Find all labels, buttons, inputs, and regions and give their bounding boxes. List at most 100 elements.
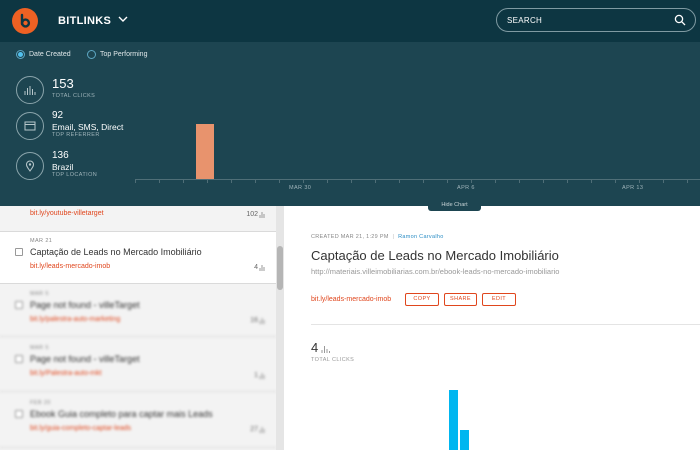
mini-chart-icon	[259, 265, 265, 271]
axis-tick	[231, 179, 232, 183]
chevron-down-icon[interactable]	[117, 13, 129, 25]
stats-panel: Date Created Top Performing 153 TOTAL CL…	[0, 42, 700, 206]
search-icon[interactable]	[674, 14, 686, 26]
total-clicks-caption: TOTAL CLICKS	[52, 93, 96, 99]
axis-tick	[447, 179, 448, 183]
axis-tick	[687, 179, 688, 183]
radio-date-created-label: Date Created	[29, 51, 71, 58]
detail-panel: CREATED MAR 21, 1:29 PM | Ramon Carvalho…	[284, 206, 700, 450]
chart-bar[interactable]	[196, 123, 214, 179]
axis-tick	[591, 179, 592, 183]
list-item-link[interactable]: bit.ly/guia-completo-captar-leads	[30, 425, 131, 432]
list-scrollbar[interactable]	[276, 206, 284, 450]
list-item-checkbox[interactable]	[15, 410, 23, 418]
detail-meta: CREATED MAR 21, 1:29 PM | Ramon Carvalho	[311, 234, 444, 240]
browser-window-icon	[16, 112, 44, 140]
top-location-value: 136	[52, 150, 69, 161]
axis-tick	[303, 179, 304, 183]
mini-chart-icon	[321, 346, 330, 353]
mini-chart-icon	[259, 318, 265, 324]
axis-tick	[327, 179, 328, 183]
bitly-logo-icon	[20, 13, 31, 28]
list-item-title[interactable]: Ebook Guia completo para captar mais Lea…	[30, 409, 213, 419]
axis-tick	[159, 179, 160, 183]
axis-tick	[255, 179, 256, 183]
list-item-count: 4	[254, 264, 258, 271]
axis-tick	[135, 179, 136, 183]
mini-chart-icon	[259, 427, 265, 433]
list-item-checkbox[interactable]	[15, 248, 23, 256]
list-item[interactable]: MAR 5 Page not found - villeTarget bit.l…	[0, 337, 276, 392]
detail-chart-bar[interactable]	[449, 390, 458, 450]
axis-tick	[375, 179, 376, 183]
list-item-link[interactable]: bit.ly/youtube-villetarget	[30, 210, 104, 217]
list-item-link[interactable]: bit.ly/Palestra-auto-mkt	[30, 370, 102, 377]
list-item-title[interactable]: Page not found - villeTarget	[30, 354, 140, 364]
axis-tick	[567, 179, 568, 183]
axis-tick	[183, 179, 184, 183]
app-root: BITLINKS Date Created Top Performing 153…	[0, 0, 700, 450]
list-item[interactable]: FEB 20 Ebook Guia completo para captar m…	[0, 392, 276, 448]
axis-tick	[519, 179, 520, 183]
copy-button[interactable]: COPY	[405, 293, 439, 306]
axis-tick	[471, 179, 472, 183]
list-item-date: FEB 20	[30, 400, 51, 406]
detail-short-link[interactable]: bit.ly/leads-mercado-imob	[311, 296, 391, 303]
x-label-apr13: APR 13	[622, 185, 644, 191]
axis-tick	[615, 179, 616, 183]
detail-created: CREATED MAR 21, 1:29 PM	[311, 234, 389, 240]
detail-long-url[interactable]: http://materiais.villeimobiliarias.com.b…	[311, 267, 559, 276]
axis-tick	[423, 179, 424, 183]
list-item-date: MAR 21	[30, 238, 53, 244]
detail-clicks-caption: TOTAL CLICKS	[311, 357, 355, 363]
share-button[interactable]: SHARE	[444, 293, 477, 306]
detail-clicks-value: 4	[311, 340, 319, 355]
list-item[interactable]: MAR 5 Page not found - villeTarget bit.l…	[0, 284, 276, 337]
top-location-caption: TOP LOCATION	[52, 172, 98, 178]
list-item-title[interactable]: Captação de Leads no Mercado Imobiliário	[30, 247, 202, 257]
radio-top-performing-label: Top Performing	[100, 51, 148, 58]
bitly-logo[interactable]	[12, 8, 38, 34]
detail-author[interactable]: Ramon Carvalho	[398, 234, 443, 240]
top-location-name: Brazil	[52, 162, 74, 172]
top-referrer-caption: TOP REFERRER	[52, 132, 100, 138]
list-item[interactable]: bit.ly/youtube-villetarget 102	[0, 206, 276, 232]
mini-chart-icon	[259, 212, 265, 218]
clicks-icon	[16, 76, 44, 104]
x-label-apr6: APR 6	[457, 185, 475, 191]
top-referrer-value: 92	[52, 110, 64, 121]
axis-tick	[543, 179, 544, 183]
axis-tick	[279, 179, 280, 183]
list-item-count: 102	[246, 211, 258, 218]
top-bar: BITLINKS	[0, 0, 700, 42]
brand-title[interactable]: BITLINKS	[58, 15, 111, 27]
list-item-checkbox[interactable]	[15, 355, 23, 363]
location-pin-icon	[16, 152, 44, 180]
edit-button[interactable]: EDIT	[482, 293, 516, 306]
hide-chart-button[interactable]: Hide Chart	[428, 200, 481, 211]
top-referrer-name: Email, SMS, Direct	[52, 122, 124, 132]
list-item-active[interactable]: MAR 21 Captação de Leads no Mercado Imob…	[0, 232, 276, 284]
axis-tick	[495, 179, 496, 183]
list-item-count: 16	[250, 317, 258, 324]
axis-tick	[351, 179, 352, 183]
detail-meta-separator: |	[392, 234, 395, 240]
list-scrollbar-thumb[interactable]	[277, 246, 283, 290]
list-item-link[interactable]: bit.ly/palestra-auto-marketing	[30, 316, 120, 323]
axis-tick	[663, 179, 664, 183]
axis-tick	[639, 179, 640, 183]
radio-selected-icon	[16, 50, 25, 59]
bitlink-list: bit.ly/youtube-villetarget 102 MAR 21 Ca…	[0, 206, 276, 450]
radio-top-performing[interactable]: Top Performing	[87, 50, 147, 59]
list-item-title[interactable]: Page not found - villeTarget	[30, 300, 140, 310]
list-item-count: 27	[250, 426, 258, 433]
list-item-date: MAR 5	[30, 345, 49, 351]
search-input[interactable]	[507, 13, 667, 27]
detail-chart-bar[interactable]	[460, 430, 469, 450]
radio-date-created[interactable]: Date Created	[16, 50, 71, 59]
list-item-checkbox[interactable]	[15, 301, 23, 309]
detail-title[interactable]: Captação de Leads no Mercado Imobiliário	[311, 248, 559, 263]
mini-chart-icon	[259, 373, 265, 379]
list-item-link[interactable]: bit.ly/leads-mercado-imob	[30, 263, 110, 270]
search-box[interactable]	[496, 8, 696, 32]
